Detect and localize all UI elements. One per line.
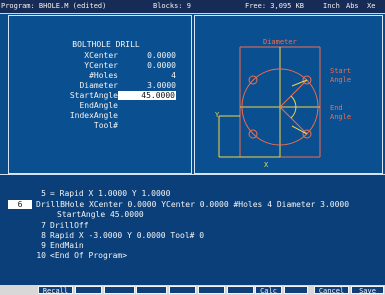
function-key-9[interactable] [284,286,308,294]
program-line[interactable]: 8 Rapid X -3.0000 Y 0.0000 Tool# 0 [26,231,204,240]
function-key-5[interactable] [169,286,196,294]
endangle-label: EndAngle [79,101,118,110]
holes-field[interactable]: 4 [122,71,176,81]
xcenter-label: XCenter [84,51,118,60]
x-axis-label: X [264,161,269,169]
program-line[interactable]: 7 DrillOff [26,221,89,230]
program-line-current[interactable]: 6 DrillBHole XCenter 0.0000 YCenter 0.000… [8,200,349,209]
diameter-label-field: Diameter [79,81,118,90]
function-key-2[interactable] [75,286,102,294]
diameter-field[interactable]: 3.0000 [122,81,176,91]
diameter-label: Diameter [263,38,297,46]
startangle-label: StartAngle [69,91,118,100]
line-number: 8 [41,231,46,240]
indexangle-row: IndexAngle [36,111,176,121]
xcenter-field[interactable]: 0.0000 [122,51,176,61]
status-bar: Program: BHOLE.M (edited) Blocks: 9 Free… [0,0,385,14]
start-angle-label-2: Angle [330,76,351,84]
function-key-4[interactable] [136,286,167,294]
startangle-row: StartAngle 45.0000 [36,91,176,101]
line-number: 7 [41,221,46,230]
startangle-field[interactable]: 45.0000 [118,91,176,100]
end-angle-label-1: End [330,104,343,112]
ycenter-row: YCenter 0.0000 [36,61,176,71]
status-flag: Xe [367,2,376,10]
form-title: BOLTHOLE DRILL [72,40,140,49]
start-angle-label-1: Start [330,67,351,75]
holes-row: #Holes 4 [36,71,176,81]
tool-label: Tool# [93,121,118,130]
calc-button[interactable]: Calc [255,286,282,295]
function-key-3[interactable] [104,286,135,294]
line-text: Rapid X -3.0000 Y 0.0000 Tool# 0 [50,231,205,240]
ycenter-label: YCenter [84,61,118,70]
ycenter-field[interactable]: 0.0000 [122,61,176,71]
line-text: <End Of Program> [50,251,128,260]
line-text: DrillBHole XCenter 0.0000 YCenter 0.0000… [36,200,350,209]
abs-indicator: Abs [346,2,359,10]
line-text: StartAngle 45.0000 [57,210,144,219]
bolthole-diagram: Diameter Start Angle End Angle X Y [215,38,351,169]
function-key-7[interactable] [227,286,254,294]
holes-label: #Holes [89,71,118,80]
program-line[interactable]: 9 EndMain [26,241,84,250]
xcenter-row: XCenter 0.0000 [36,51,176,61]
bolthole-diagram-panel: Diameter Start Angle End Angle X Y [194,15,383,174]
units-indicator: Inch [323,2,340,10]
save-button[interactable]: Save [351,286,384,295]
line-text: EndMain [50,241,84,250]
line-text: = Rapid X 1.0000 Y 1.0000 [50,189,171,198]
line-number: 10 [36,251,46,260]
program-name: Program: BHOLE.M (edited) [1,2,107,10]
cnc-editor-screen: Program: BHOLE.M (edited) Blocks: 9 Free… [0,0,385,295]
end-angle-label-2: Angle [330,113,351,121]
line-number: 5 [41,189,46,198]
program-line-continuation[interactable]: StartAngle 45.0000 [57,210,144,219]
line-number: 6 [8,200,32,209]
program-line[interactable]: 5 = Rapid X 1.0000 Y 1.0000 [26,189,170,198]
block-count: Blocks: 9 [153,2,191,10]
free-memory: Free: 3,095 KB [245,2,305,10]
diameter-row: Diameter 3.0000 [36,81,176,91]
recall-button[interactable]: Recall [38,286,73,295]
line-number: 9 [41,241,46,250]
function-key-6[interactable] [198,286,225,294]
cancel-button[interactable]: Cancel [314,286,349,295]
indexangle-label: IndexAngle [69,111,118,120]
line-text: DrillOff [50,221,89,230]
tool-row: Tool# [36,121,176,131]
endangle-row: EndAngle [36,101,176,111]
program-line[interactable]: 10 <End Of Program> [26,251,127,260]
